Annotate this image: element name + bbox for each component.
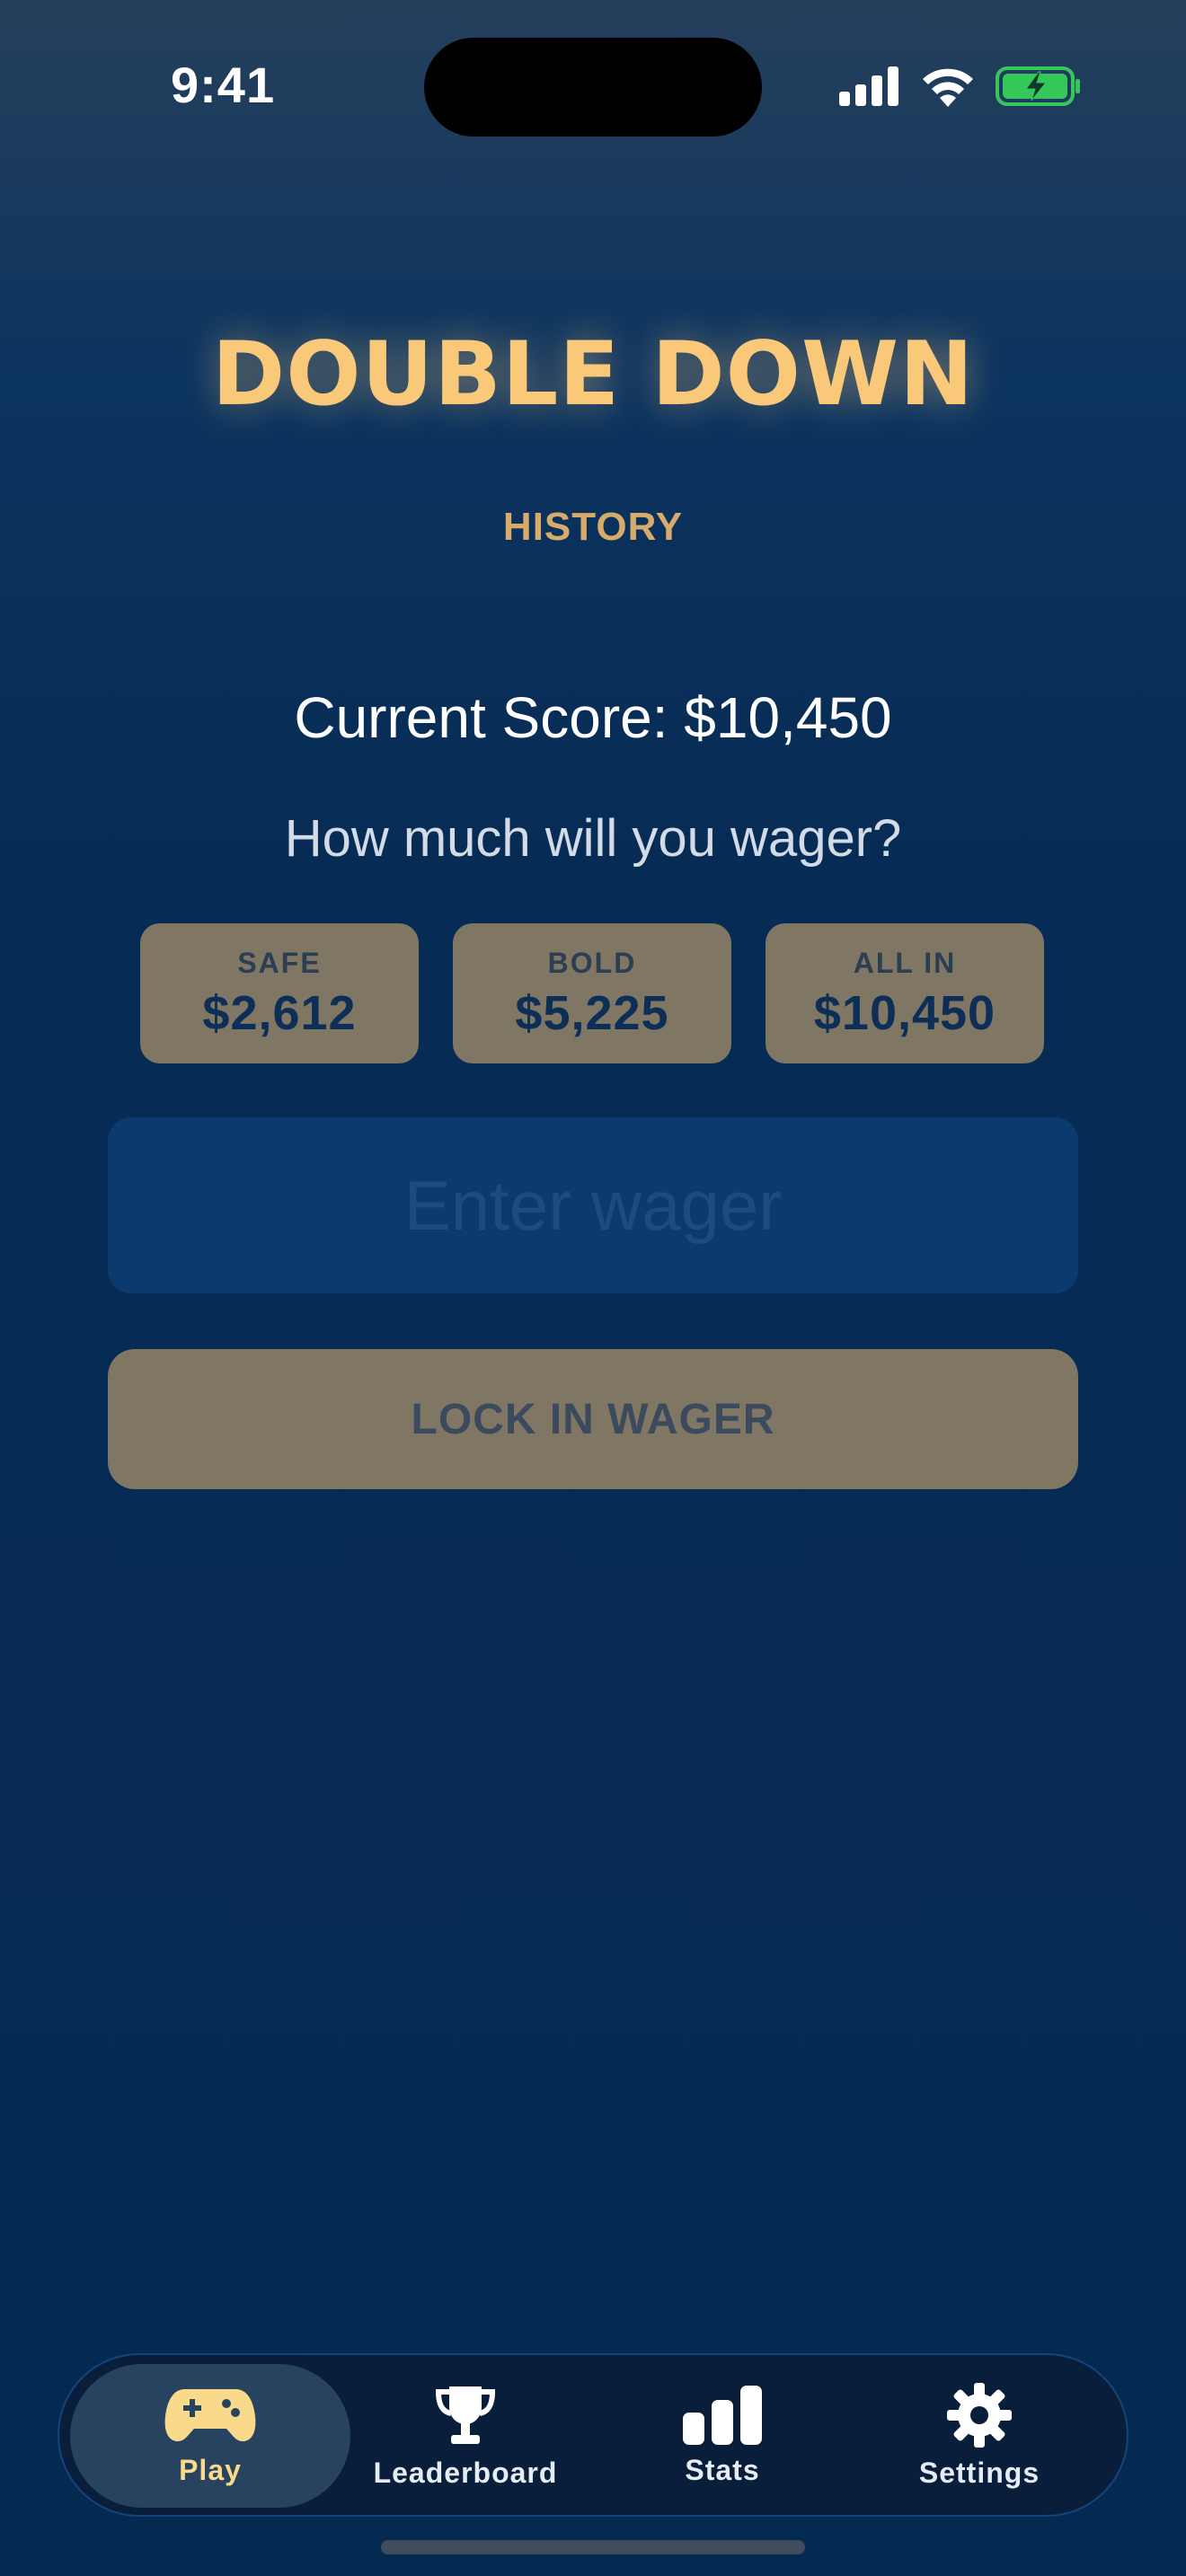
quick-wager-all-in-button[interactable]: ALL IN $10,450 bbox=[766, 923, 1044, 1063]
quick-wager-value: $2,612 bbox=[202, 985, 357, 1040]
quick-wager-value: $10,450 bbox=[813, 985, 996, 1040]
gamepad-icon bbox=[164, 2388, 256, 2441]
tab-label: Play bbox=[179, 2453, 242, 2486]
tab-play[interactable]: Play bbox=[70, 2364, 350, 2508]
bar-chart-icon bbox=[683, 2385, 762, 2445]
history-link[interactable]: HISTORY bbox=[0, 505, 1186, 550]
tab-leaderboard[interactable]: Leaderboard bbox=[325, 2364, 606, 2508]
quick-wager-value: $5,225 bbox=[515, 985, 669, 1040]
dynamic-island bbox=[424, 38, 762, 137]
status-time: 9:41 bbox=[171, 57, 276, 113]
battery-charging-icon bbox=[996, 66, 1080, 106]
lock-in-wager-button[interactable]: LOCK IN WAGER bbox=[108, 1349, 1078, 1489]
wager-prompt: How much will you wager? bbox=[284, 809, 902, 868]
game-screen: 9:41 DOUBLE DOWN HISTORY Current Score: … bbox=[0, 0, 1186, 2576]
quick-wager-row: SAFE $2,612 BOLD $5,225 ALL IN $10,450 bbox=[140, 923, 1046, 1063]
quick-wager-bold-button[interactable]: BOLD $5,225 bbox=[453, 923, 731, 1063]
tab-label: Settings bbox=[918, 2456, 1040, 2489]
gear-icon bbox=[947, 2382, 1012, 2448]
quick-wager-safe-button[interactable]: SAFE $2,612 bbox=[140, 923, 419, 1063]
status-icons bbox=[839, 63, 1082, 110]
current-score: Current Score: $10,450 bbox=[294, 685, 892, 750]
tab-label: Stats bbox=[685, 2453, 760, 2486]
tab-stats[interactable]: Stats bbox=[582, 2364, 863, 2508]
tab-label: Leaderboard bbox=[373, 2456, 558, 2489]
cellular-signal-icon bbox=[839, 66, 898, 106]
home-indicator bbox=[381, 2540, 805, 2554]
wager-input[interactable] bbox=[108, 1117, 1078, 1293]
quick-wager-label: SAFE bbox=[237, 946, 322, 979]
game-title: DOUBLE DOWN bbox=[211, 323, 975, 426]
quick-wager-label: BOLD bbox=[547, 946, 637, 979]
tab-settings[interactable]: Settings bbox=[839, 2364, 1120, 2508]
quick-wager-label: ALL IN bbox=[853, 946, 957, 979]
trophy-icon bbox=[435, 2386, 496, 2444]
wifi-icon bbox=[923, 68, 973, 107]
tab-bar: Play Leaderboard Stats Settings bbox=[58, 2353, 1128, 2517]
